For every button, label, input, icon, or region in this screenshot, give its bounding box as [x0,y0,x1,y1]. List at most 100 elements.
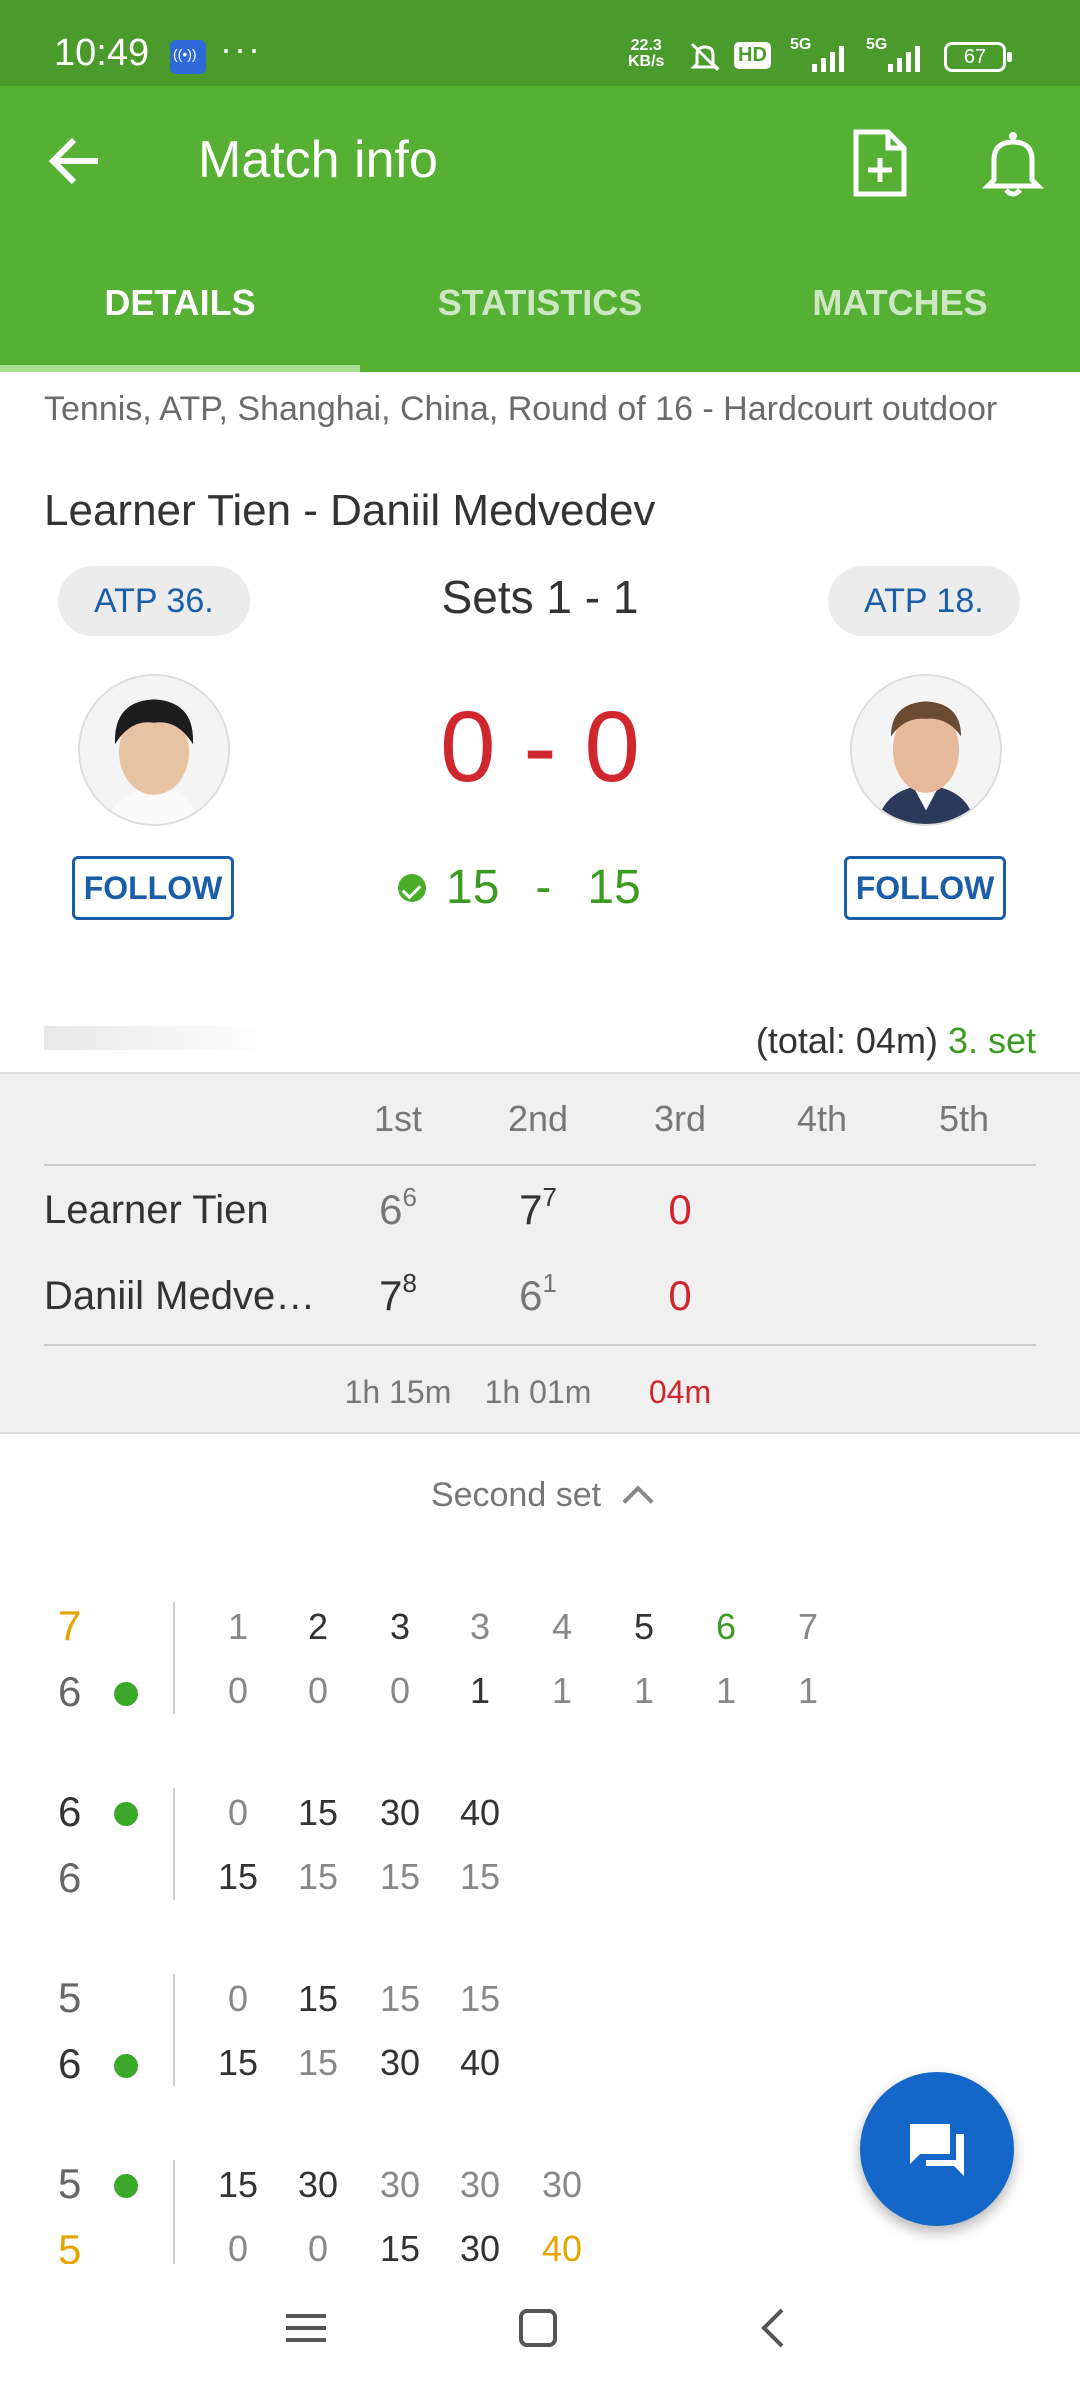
page-title: Match info [198,131,438,189]
point-value: 15 [217,1856,259,1897]
away-set1-score: 78 [379,1268,417,1319]
away-follow-button[interactable]: FOLLOW [844,856,1006,920]
tab-statistics[interactable]: STATISTICS [360,238,720,372]
tab-bar: DETAILS STATISTICS MATCHES [0,238,1080,372]
top-game-score: 5 [58,1974,82,2021]
top-game-score: 6 [58,1788,82,1835]
point-value: 15 [459,1856,501,1897]
chevron-up-icon [622,1485,654,1517]
point-separator: - [535,861,552,914]
tab-matches[interactable]: MATCHES [720,238,1080,372]
set2-duration: 1h 01m [484,1374,592,1410]
chat-button[interactable] [860,2072,1014,2226]
point-value: 1 [469,1670,491,1711]
bell-icon[interactable] [980,128,1046,198]
home-set1-score: 66 [379,1182,417,1233]
net-speed-value: 22.3 [630,37,662,54]
home-follow-button[interactable]: FOLLOW [72,856,234,920]
home-set2-score: 77 [519,1182,557,1233]
header-set-4: 4th [796,1098,848,1139]
point-value: 15 [297,2042,339,2083]
point-value: 2 [307,1606,329,1647]
away-point: 15 [587,861,641,914]
set-toggle[interactable]: Second set [0,1476,1080,1517]
header-set-5: 5th [938,1098,990,1139]
back-nav-icon[interactable] [754,2308,794,2353]
tennis-ball-icon [398,873,426,902]
serve-indicator-icon [114,2174,138,2198]
set3-duration: 04m [648,1374,712,1410]
match-title: Learner Tien - Daniil Medvedev [44,486,656,535]
serve-indicator-icon [114,1802,138,1826]
away-rank-badge[interactable]: ATP 18. [828,566,1020,636]
point-value: 40 [459,2042,501,2083]
back-arrow-icon[interactable] [40,126,110,196]
game-block: 6 6 0 15 30 40 15 15 15 15 [0,1788,1080,1918]
current-set-label: 3. set [947,1020,1036,1061]
point-value: 3 [469,1606,491,1647]
game-divider [173,2160,175,2272]
match-breadcrumb: Tennis, ATP, Shanghai, China, Round of 1… [44,390,998,428]
point-value: 30 [379,2164,421,2205]
mute-icon [688,40,722,81]
match-total-time: (total: 04m) 3. set [756,1020,1036,1062]
point-value: 30 [459,2164,501,2205]
set-score-table: 1st 2nd 3rd 4th 5th Learner Tien 66 77 0… [0,1072,1080,1434]
chat-icon [910,2124,964,2176]
home-set3-score: 0 [668,1186,692,1233]
home-icon[interactable] [518,2308,558,2353]
point-value: 0 [227,1670,249,1711]
game-divider [173,1974,175,2086]
status-time: 10:49 [54,32,150,74]
point-value: 0 [227,1792,249,1833]
away-player-name: Daniil Medvedev [44,1274,320,1318]
net-speed: 22.3 KB/s [628,38,664,70]
add-document-icon[interactable] [848,128,912,198]
point-value: 0 [227,1978,249,2019]
point-value: 0 [389,1670,411,1711]
point-value: 1 [633,1670,655,1711]
serve-indicator-icon [114,2054,138,2078]
point-value: 3 [389,1606,411,1647]
total-time: (total: 04m) [755,1020,938,1061]
game-divider [173,1602,175,1714]
point-value: 15 [297,1792,339,1833]
hd-icon: HD [734,42,771,69]
away-player-avatar[interactable] [850,674,1002,826]
point-value: 1 [715,1670,737,1711]
point-value: 30 [541,2164,583,2205]
menu-icon[interactable] [286,2308,326,2353]
point-value: 4 [551,1606,573,1647]
bottom-game-score: 6 [58,1668,82,1715]
game-block: 7 6 1 2 3 3 4 5 6 7 0 0 0 1 1 1 1 1 [0,1602,1080,1732]
point-value: 30 [297,2164,339,2205]
header-set-1: 1st [373,1098,423,1139]
set1-duration: 1h 15m [344,1374,452,1410]
table-divider [44,1344,1036,1346]
status-bar: 10:49 ··· 22.3 KB/s HD 5G 5G 67 [0,0,1080,86]
home-player-name: Learner Tien [44,1188,269,1232]
smudge-artifact [44,1026,274,1050]
bottom-game-score: 6 [58,2040,82,2087]
home-point: 15 [446,861,500,914]
top-game-score: 7 [58,1602,82,1649]
tab-details[interactable]: DETAILS [0,238,360,372]
header-set-3: 3rd [653,1098,707,1139]
point-value: 0 [307,1670,329,1711]
point-value: 1 [551,1670,573,1711]
net-speed-unit: KB/s [628,53,665,70]
top-game-score: 5 [58,2160,82,2207]
point-value: 15 [379,1856,421,1897]
app-bar: Match info [0,86,1080,238]
game-point-score: 15 - 15 [398,860,641,915]
point-value: 30 [379,1792,421,1833]
signal-icon [808,40,854,81]
set-toggle-label: Second set [430,1476,602,1514]
header-set-2: 2nd [507,1098,569,1139]
point-value: 1 [227,1606,249,1647]
point-value: 6 [715,1606,737,1647]
point-value: 15 [217,2042,259,2083]
battery-icon: 67 [944,42,1012,72]
point-value: 30 [379,2042,421,2083]
point-value: 15 [459,1978,501,2019]
